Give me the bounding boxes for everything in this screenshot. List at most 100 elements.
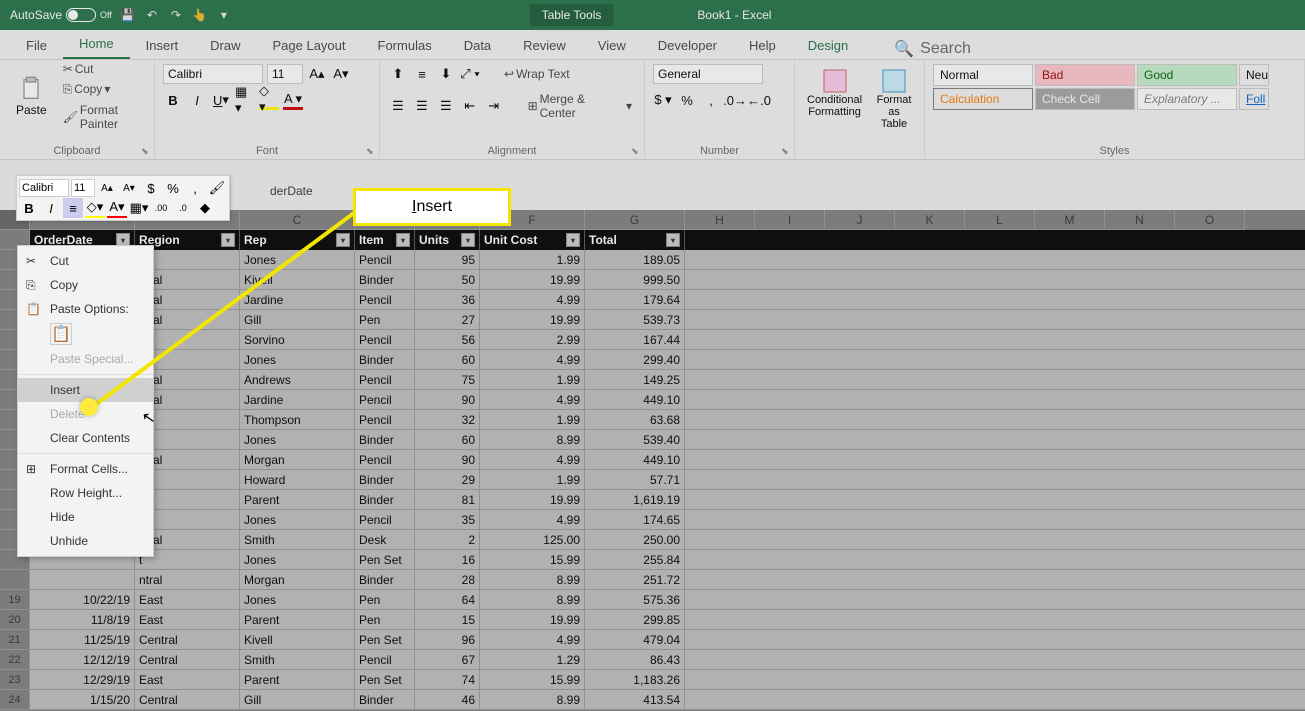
style-normal[interactable]: Normal xyxy=(933,64,1033,86)
col-header-l[interactable]: L xyxy=(965,210,1035,230)
align-top-icon[interactable]: ⬆ xyxy=(388,64,408,84)
cell-unitcost[interactable]: 15.99 xyxy=(480,670,585,690)
cut-button[interactable]: ✂Cut xyxy=(59,60,146,78)
cell-rep[interactable]: Parent xyxy=(240,610,355,630)
cell-units[interactable]: 56 xyxy=(415,330,480,350)
paste-option-default[interactable]: 📋 xyxy=(50,323,72,345)
cell-rep[interactable]: Smith xyxy=(240,530,355,550)
cell-item[interactable]: Pen xyxy=(355,610,415,630)
cell-unitcost[interactable]: 15.99 xyxy=(480,550,585,570)
align-center-icon[interactable]: ☰ xyxy=(412,96,432,116)
align-middle-icon[interactable]: ≡ xyxy=(412,64,432,84)
filter-icon[interactable]: ▾ xyxy=(666,233,680,247)
cell-item[interactable]: Pencil xyxy=(355,330,415,350)
cell-total[interactable]: 449.10 xyxy=(585,450,685,470)
cell-units[interactable]: 90 xyxy=(415,390,480,410)
cell-item[interactable]: Pen xyxy=(355,310,415,330)
th-rep[interactable]: Rep▾ xyxy=(240,230,355,250)
cell-total[interactable]: 149.25 xyxy=(585,370,685,390)
font-name-select[interactable] xyxy=(163,64,263,84)
cell-total[interactable]: 189.05 xyxy=(585,250,685,270)
font-size-select[interactable] xyxy=(267,64,303,84)
tab-developer[interactable]: Developer xyxy=(642,32,733,59)
wrap-text-button[interactable]: ↩Wrap Text xyxy=(500,65,574,83)
cell-units[interactable]: 81 xyxy=(415,490,480,510)
percent-icon[interactable]: % xyxy=(677,90,697,110)
table-row[interactable]: ntralAndrewsPencil751.99149.25 xyxy=(30,370,1305,390)
cell-units[interactable]: 67 xyxy=(415,650,480,670)
cell-rep[interactable]: Gill xyxy=(240,310,355,330)
table-row[interactable]: tJonesPencil354.99174.65 xyxy=(30,510,1305,530)
menu-clear-contents[interactable]: Clear Contents xyxy=(18,426,153,450)
cell-unitcost[interactable]: 8.99 xyxy=(480,590,585,610)
style-good[interactable]: Good xyxy=(1137,64,1237,86)
mini-increase-font-icon[interactable]: A▴ xyxy=(97,178,117,198)
cell-region[interactable]: East xyxy=(135,590,240,610)
copy-button[interactable]: ⎘Copy ▾ xyxy=(59,80,146,99)
autosave-toggle[interactable]: AutoSave Off xyxy=(10,8,112,22)
cell-empty[interactable] xyxy=(685,590,1305,610)
cell-empty[interactable] xyxy=(685,550,1305,570)
cell-empty[interactable] xyxy=(685,250,1305,270)
cell-units[interactable]: 36 xyxy=(415,290,480,310)
menu-unhide[interactable]: Unhide xyxy=(18,529,153,553)
cell-empty[interactable] xyxy=(685,470,1305,490)
table-row[interactable]: stThompsonPencil321.9963.68 xyxy=(30,410,1305,430)
undo-icon[interactable]: ↶ xyxy=(144,7,160,23)
tab-draw[interactable]: Draw xyxy=(194,32,256,59)
cell-units[interactable]: 60 xyxy=(415,430,480,450)
align-bottom-icon[interactable]: ⬇ xyxy=(436,64,456,84)
cell-item[interactable]: Pencil xyxy=(355,410,415,430)
cell-total[interactable]: 167.44 xyxy=(585,330,685,350)
mini-decrease-font-icon[interactable]: A▾ xyxy=(119,178,139,198)
mini-italic-icon[interactable]: I xyxy=(41,198,61,218)
mini-borders-icon[interactable]: ▦▾ xyxy=(129,198,149,218)
cell-total[interactable]: 299.85 xyxy=(585,610,685,630)
row-header[interactable]: 19 xyxy=(0,590,30,610)
cell-rep[interactable]: Kivell xyxy=(240,270,355,290)
filter-icon[interactable]: ▾ xyxy=(461,233,475,247)
mini-currency-icon[interactable]: $ xyxy=(141,178,161,198)
cell-units[interactable]: 74 xyxy=(415,670,480,690)
mini-increase-decimal-icon[interactable]: .00 xyxy=(151,198,171,218)
cell-region[interactable]: East xyxy=(135,610,240,630)
cell-item[interactable]: Binder xyxy=(355,470,415,490)
cell-item[interactable]: Pen Set xyxy=(355,670,415,690)
font-color-button[interactable]: A ▾ xyxy=(283,90,303,110)
col-header-n[interactable]: N xyxy=(1105,210,1175,230)
cell-units[interactable]: 95 xyxy=(415,250,480,270)
redo-icon[interactable]: ↷ xyxy=(168,7,184,23)
increase-font-icon[interactable]: A▴ xyxy=(307,64,327,84)
cell-rep[interactable]: Jones xyxy=(240,250,355,270)
cell-empty[interactable] xyxy=(685,290,1305,310)
table-row[interactable]: ntralKivellBinder5019.99999.50 xyxy=(30,270,1305,290)
cell-rep[interactable]: Morgan xyxy=(240,450,355,470)
cell-unitcost[interactable]: 1.99 xyxy=(480,470,585,490)
cell-unitcost[interactable]: 4.99 xyxy=(480,390,585,410)
cell-region[interactable]: Central xyxy=(135,650,240,670)
style-check-cell[interactable]: Check Cell xyxy=(1035,88,1135,110)
cell-item[interactable]: Binder xyxy=(355,270,415,290)
col-header-g[interactable]: G xyxy=(585,210,685,230)
cell-item[interactable]: Binder xyxy=(355,690,415,710)
cell-total[interactable]: 1,183.26 xyxy=(585,670,685,690)
table-row[interactable]: ntralSmithDesk2125.00250.00 xyxy=(30,530,1305,550)
cell-empty[interactable] xyxy=(685,270,1305,290)
cell-unitcost[interactable]: 4.99 xyxy=(480,450,585,470)
cell-item[interactable]: Binder xyxy=(355,490,415,510)
filter-icon[interactable]: ▾ xyxy=(566,233,580,247)
cell-unitcost[interactable]: 1.29 xyxy=(480,650,585,670)
cell-empty[interactable] xyxy=(685,410,1305,430)
cell-item[interactable]: Pencil xyxy=(355,650,415,670)
tab-data[interactable]: Data xyxy=(448,32,507,59)
tab-help[interactable]: Help xyxy=(733,32,792,59)
cell-unitcost[interactable]: 4.99 xyxy=(480,510,585,530)
table-row[interactable]: ntralMorganPencil904.99449.10 xyxy=(30,450,1305,470)
cell-orderdate[interactable]: 1/15/20 xyxy=(30,690,135,710)
decrease-font-icon[interactable]: A▾ xyxy=(331,64,351,84)
cell-total[interactable]: 1,619.19 xyxy=(585,490,685,510)
cell-rep[interactable]: Morgan xyxy=(240,570,355,590)
style-neutral[interactable]: Neu xyxy=(1239,64,1269,86)
save-icon[interactable]: 💾 xyxy=(120,7,136,23)
cell-rep[interactable]: Sorvino xyxy=(240,330,355,350)
